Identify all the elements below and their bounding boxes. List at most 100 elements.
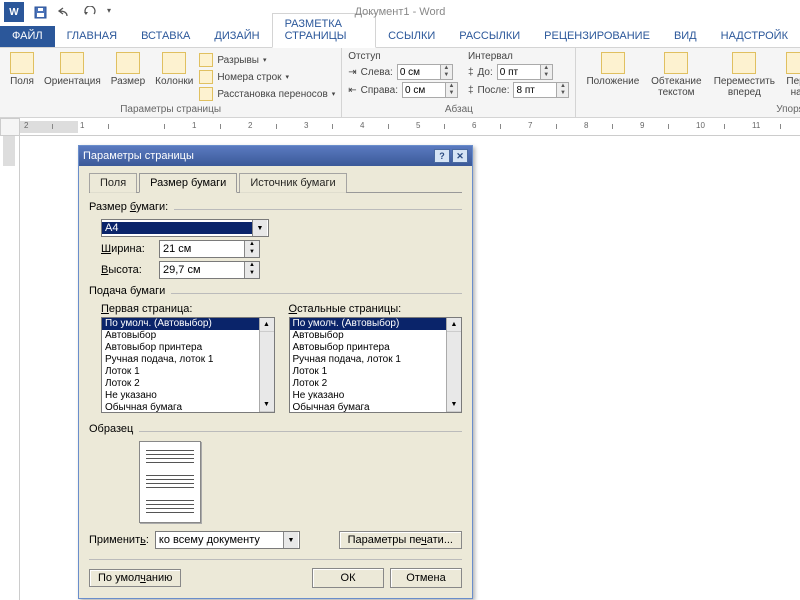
tab-review[interactable]: РЕЦЕНЗИРОВАНИЕ [532,26,662,47]
other-pages-label: Остальные страницы: [289,303,463,315]
default-button[interactable]: По умолчанию [89,569,181,587]
document-title: Документ1 - Word [355,6,446,18]
hyphen-icon [199,87,213,101]
list-item[interactable]: Не указано [290,390,447,402]
vertical-ruler[interactable] [0,136,20,600]
list-item[interactable]: Не указано [102,390,259,402]
horizontal-ruler[interactable]: 21123456789101112 [20,118,800,136]
apply-to-label: Применить: [89,534,149,546]
ribbon-tabs: ФАЙЛ ГЛАВНАЯ ВСТАВКА ДИЗАЙН РАЗМЕТКА СТР… [0,24,800,48]
close-button[interactable]: ✕ [452,149,468,163]
other-pages-listbox[interactable]: По умолч. (Автовыбор)АвтовыборАвтовыбор … [289,317,463,413]
bring-forward-button[interactable]: Переместить вперед [709,50,779,100]
wrap-text-button[interactable]: Обтекание текстом [645,50,707,100]
save-icon[interactable] [34,6,47,19]
dlg-tab-margins[interactable]: Поля [89,173,137,193]
indent-left-input[interactable]: ▲▼ [397,64,453,80]
tab-mailings[interactable]: РАССЫЛКИ [447,26,532,47]
tab-page-layout[interactable]: РАЗМЕТКА СТРАНИЦЫ [272,13,377,48]
scrollbar[interactable]: ▲▼ [259,318,274,412]
quick-access-toolbar: ▾ [34,6,111,19]
hyphenation-button[interactable]: Расстановка переносов▾ [199,86,335,102]
spacing-before-input[interactable]: ▲▼ [497,64,553,80]
tab-references[interactable]: ССЫЛКИ [376,26,447,47]
tab-home[interactable]: ГЛАВНАЯ [55,26,129,47]
margins-button[interactable]: Поля [6,50,38,102]
dlg-tab-paper[interactable]: Размер бумаги [139,173,237,193]
preview-icon [139,441,201,523]
list-item[interactable]: Ручная подача, лоток 1 [290,354,447,366]
tab-file[interactable]: ФАЙЛ [0,26,55,47]
group-page-setup-label: Параметры страницы [6,102,335,115]
list-item[interactable]: Обычная бумага [290,402,447,413]
orientation-label: Ориентация [44,76,101,87]
send-backward-button[interactable]: Пере наз [781,50,800,100]
undo-icon[interactable] [57,6,73,19]
spacing-before-label: До: [478,67,493,78]
title-bar: W ▾ Документ1 - Word [0,0,800,24]
margins-label: Поля [10,76,34,87]
chevron-down-icon[interactable]: ▼ [252,220,267,236]
list-item[interactable]: Лоток 1 [102,366,259,378]
list-item[interactable]: По умолч. (Автовыбор) [102,318,259,330]
columns-label: Колонки [155,76,193,87]
spacing-before-icon: ‡ [468,67,474,78]
list-item[interactable]: Лоток 1 [290,366,447,378]
list-item[interactable]: Автовыбор [102,330,259,342]
line-numbers-button[interactable]: Номера строк▾ [199,69,335,85]
tab-design[interactable]: ДИЗАЙН [202,26,271,47]
indent-right-input[interactable]: ▲▼ [402,82,458,98]
group-arrange-label: Упорядо [582,102,800,115]
indent-left-icon: ⇥ [348,67,356,78]
height-input[interactable]: ▲▼ [159,261,260,279]
breaks-icon [199,53,213,67]
print-options-button[interactable]: Параметры печати... [339,531,462,549]
width-input[interactable]: ▲▼ [159,240,260,258]
columns-button[interactable]: Колонки [151,50,197,102]
indent-left-label: Слева: [361,67,393,78]
cancel-button[interactable]: Отмена [390,568,462,588]
list-item[interactable]: Обычная бумага [102,402,259,413]
indent-heading: Отступ [348,50,458,63]
chevron-down-icon[interactable]: ▼ [283,532,298,548]
ruler-corner [0,118,20,136]
position-button[interactable]: Положение [582,50,643,100]
apply-to-combo[interactable]: ▼ [155,531,300,549]
list-item[interactable]: Лоток 2 [290,378,447,390]
first-page-listbox[interactable]: По умолч. (Автовыбор)АвтовыборАвтовыбор … [101,317,275,413]
size-button[interactable]: Размер [107,50,149,102]
list-item[interactable]: Ручная подача, лоток 1 [102,354,259,366]
dlg-tab-source[interactable]: Источник бумаги [239,173,346,193]
list-item[interactable]: По умолч. (Автовыбор) [290,318,447,330]
orientation-button[interactable]: Ориентация [40,50,105,102]
back-label: Пере наз [785,76,800,98]
paper-size-combo[interactable]: ▼ [101,219,269,237]
list-item[interactable]: Автовыбор [290,330,447,342]
tab-addins[interactable]: НАДСТРОЙК [709,26,800,47]
help-button[interactable]: ? [434,149,450,163]
wrap-label: Обтекание текстом [649,76,703,98]
ok-button[interactable]: ОК [312,568,384,588]
tab-view[interactable]: ВИД [662,26,709,47]
dialog-titlebar[interactable]: Параметры страницы ? ✕ [79,146,472,166]
ribbon: Поля Ориентация Размер Колонки Разрывы▾ … [0,48,800,118]
list-item[interactable]: Лоток 2 [102,378,259,390]
list-item[interactable]: Автовыбор принтера [102,342,259,354]
paper-size-value[interactable] [102,222,252,234]
tab-insert[interactable]: ВСТАВКА [129,26,202,47]
redo-icon[interactable] [83,6,97,19]
breaks-button[interactable]: Разрывы▾ [199,52,335,68]
word-icon: W [4,2,24,22]
spacing-after-input[interactable]: ▲▼ [513,82,569,98]
paper-size-heading: Размер бумаги: [89,201,174,213]
first-page-label: Первая страница: [101,303,275,315]
spacing-after-icon: ‡ [468,85,474,96]
height-label: Высота: [101,264,153,276]
linenum-icon [199,70,213,84]
dialog-tabs: Поля Размер бумаги Источник бумаги [89,172,462,193]
group-paragraph-label: Абзац [348,102,569,115]
scrollbar[interactable]: ▲▼ [446,318,461,412]
hyphen-label: Расстановка переносов [217,89,327,100]
list-item[interactable]: Автовыбор принтера [290,342,447,354]
qat-customize-icon[interactable]: ▾ [107,6,111,19]
